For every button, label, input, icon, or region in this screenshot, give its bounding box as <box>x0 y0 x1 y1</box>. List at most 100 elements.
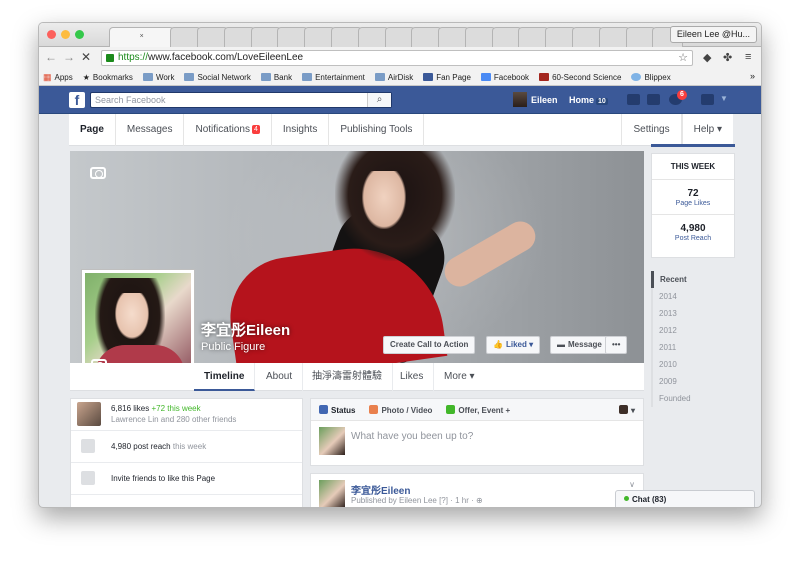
tab-insights[interactable]: Insights <box>272 113 330 146</box>
minimize-window-button[interactable] <box>61 30 70 39</box>
notifications-count-badge: 4 <box>251 124 260 134</box>
more-options-button[interactable]: ••• <box>605 336 628 354</box>
privacy-shortcuts-icon[interactable] <box>701 94 714 105</box>
tab-custom[interactable]: 抽淨濤雷射體驗 <box>302 363 393 391</box>
tab-more[interactable]: More ▾ <box>434 363 485 391</box>
browser-tabs: × <box>109 27 684 47</box>
tab-item[interactable] <box>598 27 630 47</box>
address-bar[interactable]: https://www.facebook.com/LoveEileenLee ☆ <box>101 50 693 66</box>
thumbs-up-icon: 👍 <box>493 340 503 349</box>
post-author[interactable]: 李宜彤Eileen <box>351 482 410 497</box>
bookmark-blippex[interactable]: Blippex <box>631 73 671 82</box>
tab-likes[interactable]: Likes <box>390 363 435 391</box>
bookmark-facebook[interactable]: Facebook <box>480 73 529 82</box>
friends-avatar <box>77 402 101 426</box>
apps-grid-icon: ▦ <box>43 71 52 82</box>
tab-messages[interactable]: Messages <box>116 113 185 146</box>
bookmark-bookmarks[interactable]: ★ Bookmarks <box>83 73 133 82</box>
tab-about[interactable]: About <box>256 363 304 391</box>
bookmark-work[interactable]: Work <box>142 73 174 82</box>
bookmarks-overflow-icon[interactable]: » <box>750 71 755 81</box>
friend-requests-icon[interactable] <box>627 94 640 105</box>
user-name: Eileen <box>531 94 558 105</box>
menu-icon[interactable]: ≡ <box>745 51 751 63</box>
tab-publishing-tools[interactable]: Publishing Tools <box>329 113 425 146</box>
year-2009[interactable]: 2009 <box>651 373 735 390</box>
tab-help[interactable]: Help ▾ <box>681 113 733 146</box>
facebook-icon <box>480 73 491 81</box>
year-2014[interactable]: 2014 <box>651 288 735 305</box>
composer-tab-photo[interactable]: Photo / Video <box>369 404 432 415</box>
sa-icon <box>539 73 550 81</box>
year-recent[interactable]: Recent <box>651 271 735 288</box>
pencil-icon <box>319 404 328 414</box>
tab-timeline[interactable]: Timeline <box>194 363 256 391</box>
message-button[interactable]: ▬ Message <box>550 336 609 354</box>
tab-item[interactable] <box>357 27 389 47</box>
stop-icon[interactable]: ✕ <box>81 50 91 64</box>
year-2011[interactable]: 2011 <box>651 339 735 356</box>
chat-bar[interactable]: Chat (83) <box>615 490 755 507</box>
tab-settings[interactable]: Settings <box>621 113 682 146</box>
extension-icon[interactable]: ◆ <box>703 51 711 64</box>
forward-arrow-icon[interactable]: → <box>63 50 75 64</box>
extension-icon[interactable]: ✤ <box>723 51 732 64</box>
create-call-to-action-button[interactable]: Create Call to Action <box>383 336 476 354</box>
folder-icon <box>302 73 313 81</box>
messages-icon[interactable] <box>647 94 660 105</box>
feed-post: 李宜彤Eileen Published by Eileen Lee [?] · … <box>310 473 644 507</box>
bookmark-apps[interactable]: ▦ Apps <box>43 72 73 83</box>
year-2013[interactable]: 2013 <box>651 305 735 322</box>
reach-row[interactable]: 4,980 post reach this week <box>71 431 302 463</box>
timeline-tabs: Timeline About 抽淨濤雷射體驗 Likes More ▾ <box>70 363 644 391</box>
bookmark-bank[interactable]: Bank <box>260 73 292 82</box>
bookmarks-bar: ▦ Apps ★ Bookmarks Work Social Network Ban… <box>39 69 761 86</box>
home-link[interactable]: Home 10 <box>569 95 608 105</box>
page-stats-card: 6,816 likes +72 this week Lawrence Lin a… <box>70 398 303 507</box>
zoom-window-button[interactable] <box>75 30 84 39</box>
post-meta: Published by Eileen Lee [?] · 1 hr · ⊕ <box>351 496 483 505</box>
tab-notifications[interactable]: Notifications 4 <box>184 113 272 146</box>
invite-row[interactable]: Invite friends to like this Page <box>71 463 302 495</box>
bookmark-social-network[interactable]: Social Network <box>184 73 251 82</box>
facebook-logo-icon[interactable]: f <box>69 92 85 108</box>
composer-input[interactable]: What have you been up to? <box>311 421 643 466</box>
search-icon[interactable]: ⌕ <box>367 93 391 107</box>
liked-button[interactable]: 👍 Liked ▾ <box>486 336 541 354</box>
chevron-down-icon[interactable]: ▼ <box>720 94 728 103</box>
likes-row[interactable]: 6,816 likes +72 this week Lawrence Lin a… <box>71 399 302 431</box>
year-2010[interactable]: 2010 <box>651 356 735 373</box>
camera-icon[interactable] <box>90 167 106 179</box>
avatar <box>513 92 527 107</box>
bookmark-airdisk[interactable]: AirDisk <box>374 73 413 82</box>
profile-link[interactable]: Eileen <box>513 92 558 107</box>
year-2012[interactable]: 2012 <box>651 322 735 339</box>
year-founded[interactable]: Founded <box>651 390 735 407</box>
search-input[interactable]: Search Facebook ⌕ <box>90 92 392 108</box>
lock-icon <box>106 54 114 62</box>
composer-tab-status[interactable]: Status <box>319 404 355 415</box>
composer-tab-offer[interactable]: Offer, Event + <box>446 404 510 415</box>
profile-button[interactable]: Eileen Lee @Hu... <box>669 26 757 43</box>
close-window-button[interactable] <box>47 30 56 39</box>
help-underline <box>651 144 735 147</box>
bookmark-60-second-science[interactable]: 60-Second Science <box>539 73 621 82</box>
post-reach-link[interactable]: Post Reach <box>652 235 734 242</box>
folder-icon <box>142 73 153 81</box>
offer-icon <box>446 404 456 414</box>
post-as-selector[interactable]: ▾ <box>618 404 635 415</box>
page-title[interactable]: 李宜彤Eileen <box>201 319 290 340</box>
chevron-down-icon[interactable]: ∨ <box>629 480 635 489</box>
avatar <box>618 404 628 414</box>
composer-placeholder: What have you been up to? <box>351 431 474 442</box>
tab-page[interactable]: Page <box>69 113 116 146</box>
browser-window: × Eileen Lee @Hu... ← → ✕ https://www.fa… <box>38 22 762 508</box>
bookmark-fan-page[interactable]: Fan Page <box>423 73 471 82</box>
bookmark-star-icon[interactable]: ☆ <box>678 51 688 65</box>
back-arrow-icon[interactable]: ← <box>45 50 57 64</box>
window-controls <box>47 30 84 39</box>
bookmark-entertainment[interactable]: Entertainment <box>302 73 365 82</box>
message-icon: ▬ <box>557 340 565 349</box>
tab-active[interactable]: × <box>109 27 175 47</box>
page-likes-link[interactable]: Page Likes <box>652 200 734 207</box>
